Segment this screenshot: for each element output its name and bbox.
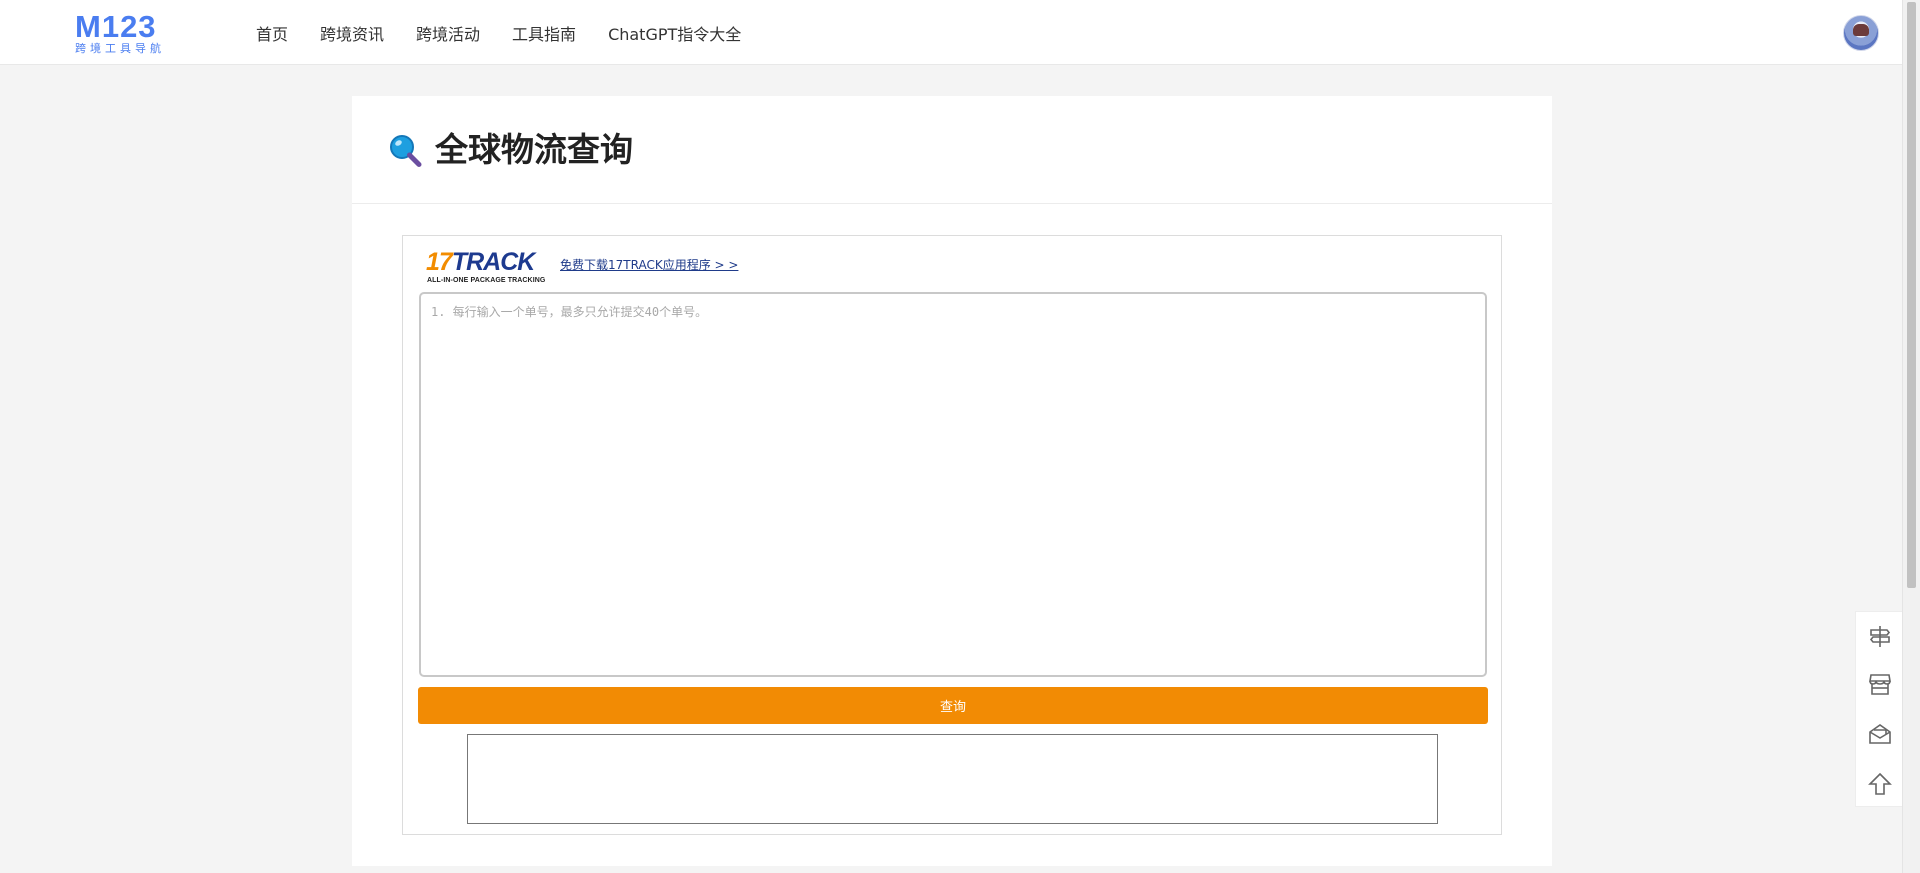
tracking-numbers-input[interactable] (419, 292, 1487, 677)
magnifier-icon (390, 135, 422, 167)
side-tool-back-to-top[interactable] (1856, 760, 1904, 808)
mail-open-icon (1869, 724, 1891, 744)
logistics-card: 全球物流查询 17TRACK ALL-IN-ONE PACKAGE TRACKI… (352, 96, 1552, 866)
nav-item-home[interactable]: 首页 (256, 21, 288, 45)
brand-tagline: ALL-IN-ONE PACKAGE TRACKING (427, 277, 546, 284)
side-tool-store[interactable] (1856, 660, 1904, 708)
arrow-up-icon (1868, 772, 1892, 795)
main-nav: 首页 跨境资讯 跨境活动 工具指南 ChatGPT指令大全 (256, 0, 773, 65)
page-scrollbar[interactable] (1902, 0, 1920, 873)
logo-subtitle: 跨境工具导航 (75, 42, 165, 55)
brand-track: TRACK (451, 248, 535, 276)
query-button[interactable]: 查询 (418, 687, 1488, 724)
side-toolbar (1855, 611, 1903, 807)
nav-item-events[interactable]: 跨境活动 (416, 21, 480, 45)
page-title: 全球物流查询 (435, 130, 633, 169)
result-frame (467, 734, 1438, 824)
signpost-icon (1869, 626, 1891, 647)
brand-wordmark: 17TRACK (426, 248, 535, 276)
tracking-widget: 17TRACK ALL-IN-ONE PACKAGE TRACKING 免费下载… (402, 235, 1502, 835)
logo-mark: M123 (75, 9, 157, 44)
nav-item-chatgpt-prompts[interactable]: ChatGPT指令大全 (608, 21, 741, 45)
side-tool-guide[interactable] (1856, 612, 1904, 660)
nav-item-tool-guide[interactable]: 工具指南 (512, 21, 576, 45)
17track-logo[interactable]: 17TRACK ALL-IN-ONE PACKAGE TRACKING (426, 249, 546, 285)
user-avatar[interactable] (1843, 15, 1879, 51)
store-icon (1869, 674, 1891, 695)
scrollbar-thumb[interactable] (1907, 2, 1916, 588)
brand-17: 17 (426, 248, 453, 276)
card-header: 全球物流查询 (352, 96, 1552, 204)
site-logo[interactable]: M123 跨境工具导航 (75, 9, 165, 56)
nav-item-news[interactable]: 跨境资讯 (320, 21, 384, 45)
top-navbar: M123 跨境工具导航 首页 跨境资讯 跨境活动 工具指南 ChatGPT指令大… (0, 0, 1902, 65)
download-app-link[interactable]: 免费下载17TRACK应用程序 > > (560, 256, 738, 273)
side-tool-mail[interactable] (1856, 710, 1904, 758)
